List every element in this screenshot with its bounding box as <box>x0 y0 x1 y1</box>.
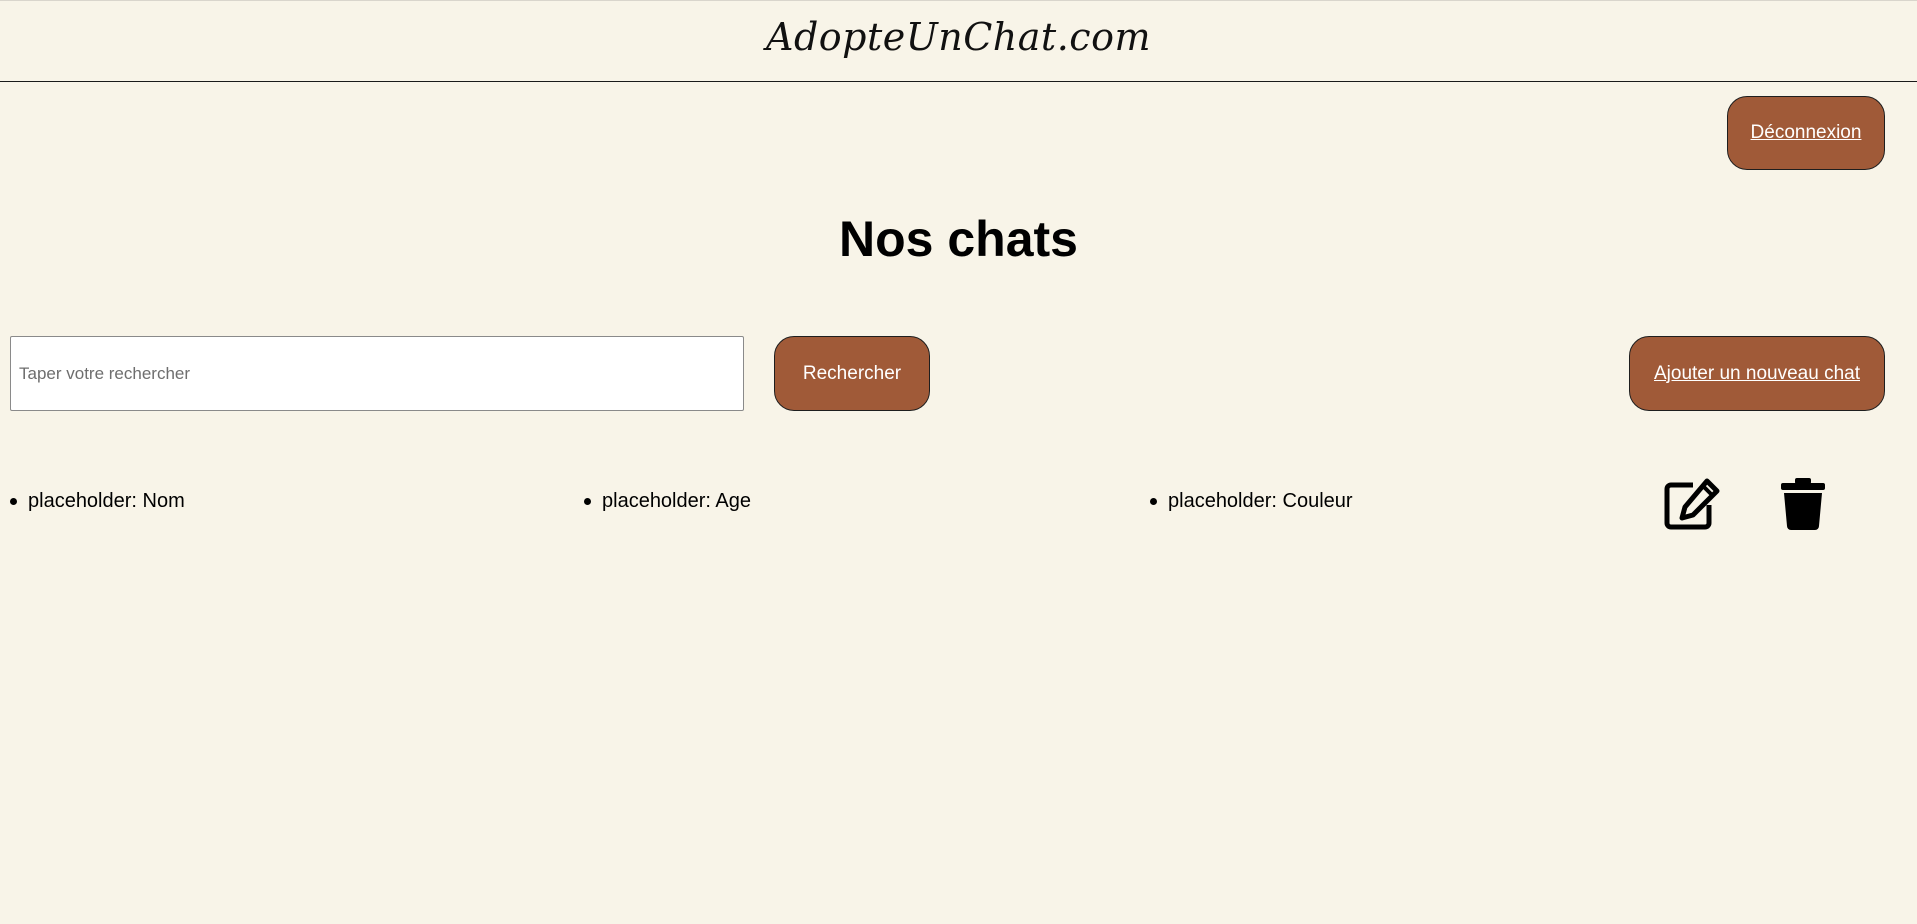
cat-color-field: placeholder: Couleur <box>1150 490 1353 513</box>
search-button[interactable]: Rechercher <box>774 336 930 411</box>
add-cat-button[interactable]: Ajouter un nouveau chat <box>1629 336 1885 411</box>
cat-age-text: placeholder: Age <box>602 490 752 512</box>
site-header: AdopteUnChat.com <box>0 0 1917 82</box>
edit-button[interactable] <box>1662 474 1722 534</box>
delete-button[interactable] <box>1773 474 1833 534</box>
bullet-icon <box>1150 498 1157 505</box>
cat-list-item: placeholder: Nom placeholder: Age placeh… <box>0 470 1917 540</box>
page: AdopteUnChat.com Déconnexion Nos chats R… <box>0 0 1917 924</box>
site-logo[interactable]: AdopteUnChat.com <box>0 15 1917 59</box>
page-title: Nos chats <box>839 211 1078 267</box>
cat-name-field: placeholder: Nom <box>10 490 185 513</box>
cat-color-text: placeholder: Couleur <box>1168 490 1353 512</box>
logout-button[interactable]: Déconnexion <box>1727 96 1885 170</box>
cat-name-text: placeholder: Nom <box>28 490 185 512</box>
edit-icon <box>1664 478 1720 530</box>
cat-age-field: placeholder: Age <box>584 490 751 513</box>
bullet-icon <box>10 498 17 505</box>
trash-icon <box>1781 478 1825 530</box>
bullet-icon <box>584 498 591 505</box>
search-input[interactable] <box>10 336 744 411</box>
